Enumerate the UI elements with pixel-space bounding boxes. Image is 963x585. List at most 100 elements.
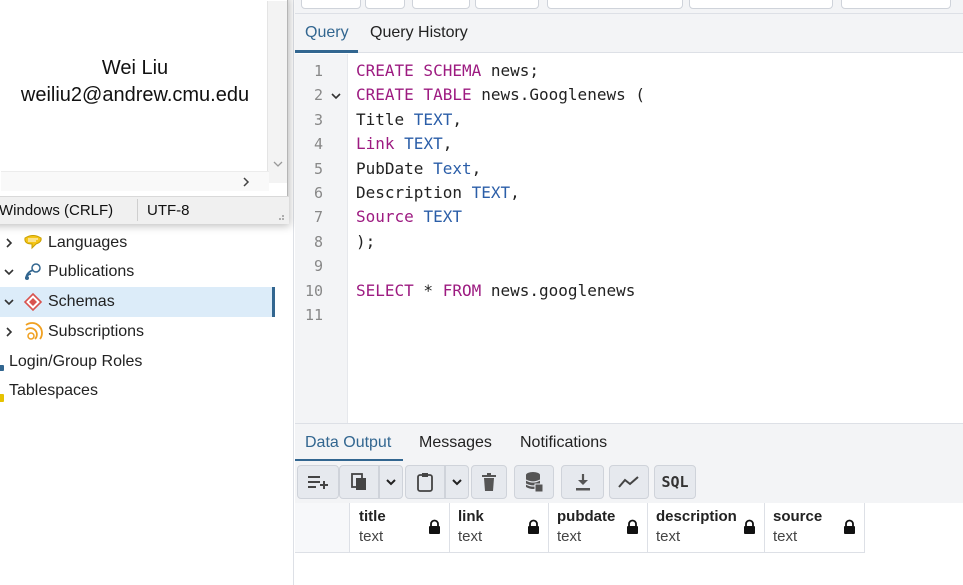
line-ending-status: Windows (CRLF) [0,202,114,219]
horizontal-scrollbar[interactable] [1,171,269,191]
notepad-text-area[interactable]: Wei Liu weiliu2@andrew.cmu.edu [1,55,269,109]
code-token: PubDate [356,158,434,178]
column-type: text [359,528,384,545]
tree-item-label: Login/Group Roles [9,353,143,370]
column-header-pubdate[interactable]: pubdate text [549,503,648,553]
delete-button[interactable] [471,465,507,499]
tree-item-label: Languages [48,234,128,251]
column-type: text [557,528,582,545]
notepad-email-line: weiliu2@andrew.cmu.edu [20,84,250,106]
line-number: 9 [313,257,323,276]
line-number: 4 [313,135,323,154]
tab-query-history[interactable]: Query History [370,24,468,42]
row-header-corner[interactable] [295,503,350,553]
column-name: description [656,508,737,525]
tree-item-label: Schemas [48,293,115,310]
code-line[interactable]: PubDate Text, [356,159,481,178]
trash-icon [482,473,496,491]
tree-item-login-group-roles[interactable]: Login/Group Roles [0,347,274,377]
tree-item-tablespaces[interactable]: Tablespaces [0,376,274,406]
copy-button[interactable] [339,465,379,499]
chevron-right-icon[interactable] [2,325,16,339]
column-header-source[interactable]: source text [765,503,865,553]
toolbar-button[interactable] [301,0,361,9]
tree-item-languages[interactable]: Languages [0,228,274,258]
tab-query[interactable]: Query [305,24,349,42]
line-number: 2 [313,86,323,105]
tree-item-schemas[interactable]: Schemas [0,287,275,317]
tablespaces-icon [0,394,4,402]
line-number: 1 [313,62,323,80]
sql-keyword: CREATE TABLE [356,85,472,105]
sql-button[interactable]: SQL [654,465,696,499]
code-line[interactable]: Title TEXT, [356,110,462,129]
line-number: 11 [304,306,323,324]
code-line[interactable]: CREATE SCHEMA news; [356,61,539,80]
tree-item-label: Tablespaces [9,382,98,399]
chevron-down-icon[interactable] [2,295,16,309]
code-token: * [413,280,443,300]
chevron-right-icon[interactable] [2,236,16,250]
active-tab-indicator [295,50,358,53]
fold-chevron-icon[interactable] [330,90,342,102]
code-token: , [510,183,520,202]
sql-keyword: Source [356,207,414,227]
tab-messages[interactable]: Messages [419,434,492,452]
line-number: 10 [304,281,323,300]
resize-grip-icon[interactable] [276,212,285,221]
copy-options-dropdown[interactable] [379,465,403,499]
column-header-description[interactable]: description text [648,503,765,553]
tab-data-output[interactable]: Data Output [305,434,391,452]
lock-icon [627,519,638,534]
output-toolbar: SQL [295,461,963,503]
lock-icon [844,519,855,534]
toolbar-button[interactable] [841,0,951,9]
database-save-icon [525,472,544,493]
line-number: 8 [313,232,323,251]
vertical-scrollbar[interactable] [267,1,287,183]
sql-type: TEXT [413,109,453,129]
toolbar-button[interactable] [365,0,405,9]
notepad-window[interactable]: Wei Liu weiliu2@andrew.cmu.edu Windows (… [0,0,289,224]
column-header-link[interactable]: link text [450,503,549,553]
schemas-icon [22,291,44,313]
code-line[interactable]: Description TEXT, [356,183,520,202]
graph-visualiser-button[interactable] [609,465,649,499]
scroll-right-icon[interactable] [241,176,251,188]
sql-type: TEXT [404,134,443,154]
paste-icon [417,473,433,492]
tree-item-publications[interactable]: Publications [0,257,274,287]
sql-label: SQL [661,473,689,491]
code-line[interactable]: Source TEXT [356,207,462,226]
sql-editor[interactable]: 1 2 3 4 5 6 7 8 9 10 11 CREATE SCHEMA news; CREATE … [295,54,963,423]
toolbar-button[interactable] [412,0,470,9]
lock-icon [528,519,539,534]
code-line[interactable]: ); [356,232,375,251]
add-row-icon [308,476,328,489]
tree-item-subscriptions[interactable]: Subscriptions [0,317,274,347]
scroll-down-icon[interactable] [272,159,284,169]
download-icon [575,474,590,491]
toolbar-button[interactable] [547,0,683,9]
sql-type: Text [433,158,472,178]
save-data-button[interactable] [514,465,554,499]
line-chart-icon [618,476,639,488]
code-token: Description [356,183,472,202]
column-header-title[interactable]: title text [351,503,450,553]
add-row-button[interactable] [297,465,339,499]
toolbar-button[interactable] [689,0,833,9]
download-button[interactable] [561,465,604,499]
code-line[interactable]: CREATE TABLE news.Googlenews ( [356,85,645,104]
code-token: , [442,134,453,154]
chevron-down-icon[interactable] [2,265,16,279]
chevron-down-icon [452,479,462,486]
sql-type: TEXT [471,183,511,202]
query-tabs: Query Query History [295,14,963,53]
paste-options-dropdown[interactable] [445,465,469,499]
code-line[interactable]: Link TEXT, [356,134,452,153]
code-line[interactable]: SELECT * FROM news.googlenews [356,281,635,300]
tab-notifications[interactable]: Notifications [520,434,607,452]
paste-button[interactable] [405,465,445,499]
toolbar-button[interactable] [475,0,539,9]
